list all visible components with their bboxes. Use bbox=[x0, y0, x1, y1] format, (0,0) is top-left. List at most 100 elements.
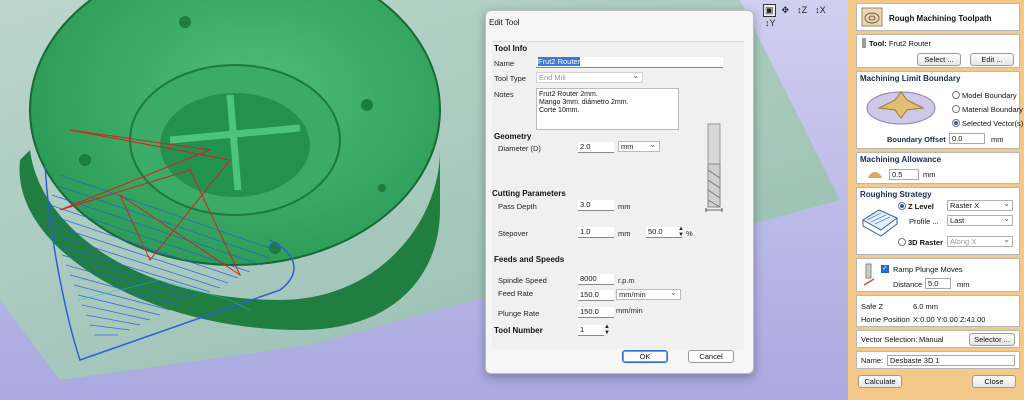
stepover-unit: mm bbox=[618, 229, 631, 238]
strategy-preview-icon bbox=[862, 209, 898, 237]
iso-view-icon[interactable]: ▣ bbox=[763, 4, 776, 17]
toolpath-name-label: Name: bbox=[861, 356, 884, 365]
material-boundary-radio[interactable] bbox=[952, 105, 960, 113]
plunge-rate-label: Plunge Rate bbox=[498, 309, 540, 318]
toolpath-panel: Rough Machining Toolpath Tool: Frut2 Rou… bbox=[848, 0, 1024, 400]
stepover-input[interactable]: 1.0 bbox=[578, 227, 614, 238]
close-button[interactable]: Close bbox=[972, 375, 1016, 388]
allowance-icon bbox=[868, 172, 882, 178]
profile-select[interactable]: Last bbox=[947, 214, 1013, 226]
notes-line: Mango 3mm. diámetro 2mm. bbox=[539, 99, 629, 106]
edit-tool-button[interactable]: Edit ... bbox=[970, 53, 1014, 66]
ramp-distance-unit: mm bbox=[957, 280, 970, 289]
notes-line: Corte 10mm. bbox=[539, 107, 580, 114]
tool-type-label: Tool Type bbox=[494, 74, 526, 83]
tool-section: Tool: Frut2 Router Select ... Edit ... bbox=[856, 34, 1020, 68]
z-axis-view-icon[interactable]: ↕Z bbox=[795, 4, 809, 16]
diameter-input[interactable]: 2.0 bbox=[578, 142, 614, 153]
z-level-label: Z Level bbox=[908, 202, 934, 211]
home-position-value: X:0.00 Y:0.00 Z:41.00 bbox=[913, 315, 986, 324]
vector-selection-value: Manual bbox=[919, 335, 944, 344]
stepover-spinner-icon[interactable]: ▲ ▼ bbox=[678, 226, 684, 238]
pass-depth-input[interactable]: 3.0 bbox=[578, 200, 614, 211]
allowance-title: Machining Allowance bbox=[860, 155, 942, 164]
notes-label: Notes bbox=[494, 90, 514, 99]
stepover-label: Stepover bbox=[498, 229, 529, 238]
tool-label: Tool: Frut2 Router bbox=[869, 39, 931, 48]
geometry-heading: Geometry bbox=[494, 132, 532, 141]
cutting-parameters-heading: Cutting Parameters bbox=[492, 189, 566, 198]
name-label: Name bbox=[494, 59, 515, 68]
toolpath-name-input[interactable]: Desbaste 3D 1 bbox=[887, 355, 1015, 366]
material-boundary-label: Material Boundary bbox=[962, 105, 1023, 114]
dialog-title: Edit Tool bbox=[489, 18, 520, 27]
3d-raster-select[interactable]: Along X bbox=[947, 235, 1013, 247]
boundary-offset-label: Boundary Offset bbox=[887, 135, 946, 144]
ramp-section: Ramp Plunge Moves Distance 5.0 mm bbox=[856, 258, 1020, 292]
diameter-label: Diameter (D) bbox=[498, 144, 541, 153]
allowance-input[interactable]: 0.5 bbox=[889, 169, 919, 180]
tool-name: Frut2 Router bbox=[888, 39, 931, 48]
toolpath-name-section: Name: Desbaste 3D 1 bbox=[856, 351, 1020, 369]
pass-depth-unit: mm bbox=[618, 202, 631, 211]
tool-name-value: Frut2 Router bbox=[538, 57, 581, 66]
ok-button[interactable]: OK bbox=[622, 350, 668, 363]
spindle-speed-label: Spindle Speed bbox=[498, 276, 547, 285]
model-boundary-radio[interactable] bbox=[952, 91, 960, 99]
selected-vectors-label: Selected Vector(s) bbox=[962, 119, 1024, 128]
tool-number-label: Tool Number bbox=[494, 326, 543, 335]
panel-header: Rough Machining Toolpath bbox=[856, 3, 1020, 31]
notes-textarea[interactable]: Frut2 Router 2mm. Mango 3mm. diámetro 2m… bbox=[536, 88, 679, 130]
panel-footer: Calculate Close bbox=[856, 372, 1020, 390]
tool-number-spinner-icon[interactable]: ▲ ▼ bbox=[604, 324, 610, 336]
pass-depth-label: Pass Depth bbox=[498, 202, 537, 211]
model-boundary-label: Model Boundary bbox=[962, 91, 1017, 100]
z-level-select[interactable]: Raster X bbox=[947, 199, 1013, 211]
spindle-speed-input[interactable]: 8000 bbox=[578, 274, 614, 285]
z-level-radio[interactable] bbox=[898, 202, 906, 210]
boundary-title: Machining Limit Boundary bbox=[860, 74, 961, 83]
notes-line: Frut2 Router 2mm. bbox=[539, 91, 598, 98]
feed-rate-unit-select[interactable]: mm/min bbox=[616, 288, 681, 300]
tool-icon bbox=[862, 38, 866, 48]
safe-z-label: Safe Z bbox=[861, 302, 884, 311]
y-axis-view-icon[interactable]: ↕Y bbox=[763, 17, 778, 29]
plunge-rate-unit: mm/min bbox=[616, 306, 643, 315]
cancel-button[interactable]: Cancel bbox=[688, 350, 734, 363]
dialog-body: Tool Info Name Frut2 Router Tool Type En… bbox=[492, 41, 744, 349]
stepover-percent-unit: % bbox=[686, 229, 693, 238]
safe-z-value: 6.0 mm bbox=[913, 302, 939, 311]
calculate-button[interactable]: Calculate bbox=[858, 375, 902, 388]
end-mill-image bbox=[705, 123, 723, 212]
3d-raster-label: 3D Raster bbox=[908, 238, 944, 247]
feed-rate-label: Feed Rate bbox=[498, 289, 534, 298]
diameter-unit-select[interactable]: mm bbox=[618, 140, 660, 152]
ramp-icon bbox=[863, 263, 875, 286]
stepover-percent-input[interactable]: 50.0 bbox=[646, 227, 682, 238]
selected-vectors-radio[interactable] bbox=[952, 119, 960, 127]
vector-selection-label: Vector Selection: bbox=[861, 335, 918, 344]
selector-button[interactable]: Selector ... bbox=[969, 333, 1015, 346]
tool-type-select[interactable]: End Mill bbox=[536, 71, 643, 83]
ramp-distance-input[interactable]: 5.0 bbox=[925, 278, 951, 289]
view-toolbar: ▣ ✥ ↕Z ↕X ↕Y bbox=[763, 4, 848, 29]
3d-raster-radio[interactable] bbox=[898, 238, 906, 246]
plunge-rate-input[interactable]: 150.0 bbox=[578, 307, 614, 318]
tool-label-text: Tool: bbox=[869, 39, 887, 48]
edit-tool-dialog: Edit Tool Tool Info Name Frut2 Router To… bbox=[485, 10, 754, 374]
boundary-section: Machining Limit Boundary Model Boundary … bbox=[856, 71, 1024, 149]
profile-label: Profile ... bbox=[909, 217, 939, 226]
tool-number-input[interactable]: 1 bbox=[578, 325, 604, 336]
select-tool-button[interactable]: Select ... bbox=[917, 53, 961, 66]
strategy-section: Roughing Strategy Z Level Raster X Profi… bbox=[856, 187, 1020, 255]
rough-toolpath-icon bbox=[861, 7, 883, 27]
boundary-offset-input[interactable]: 0.0 bbox=[949, 133, 985, 144]
tool-info-heading: Tool Info bbox=[494, 44, 528, 53]
pan-view-icon[interactable]: ✥ bbox=[780, 4, 792, 17]
home-position-label: Home Position bbox=[861, 315, 910, 324]
x-axis-view-icon[interactable]: ↕X bbox=[813, 4, 828, 16]
info-section: Safe Z 6.0 mm Home Position X:0.00 Y:0.0… bbox=[856, 295, 1020, 327]
feed-rate-input[interactable]: 150.0 bbox=[578, 290, 614, 301]
ramp-plunge-checkbox[interactable] bbox=[881, 264, 889, 273]
tool-name-input[interactable]: Frut2 Router bbox=[536, 57, 723, 68]
